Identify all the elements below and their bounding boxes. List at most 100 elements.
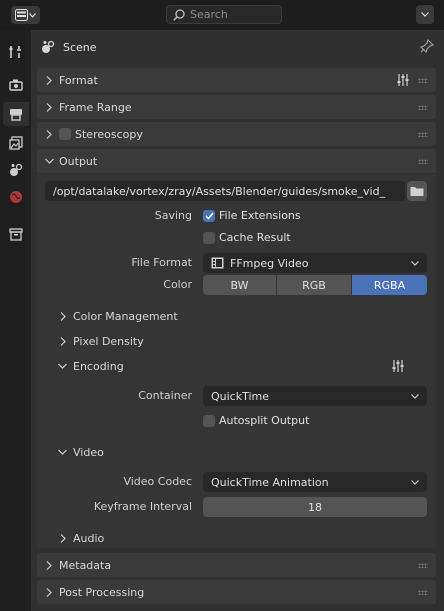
tab-output[interactable]	[3, 102, 29, 126]
render-camera-icon	[9, 79, 23, 91]
keyframe-interval-field[interactable]: 18	[203, 497, 427, 517]
saving-label: Saving	[154, 209, 192, 222]
browse-folder-button[interactable]	[407, 181, 427, 201]
panel-metadata[interactable]: Metadata	[37, 553, 436, 577]
output-path-field[interactable]: /opt/datalake/vortex/zray/Assets/Blender…	[45, 181, 405, 201]
tab-view-layer[interactable]	[3, 131, 29, 155]
checkmark-icon	[204, 212, 214, 220]
panel-output[interactable]: Output	[37, 149, 436, 173]
subpanel-color-management[interactable]: Color Management	[60, 305, 178, 327]
presets-icon[interactable]	[396, 73, 410, 87]
editor-type-icon	[15, 9, 28, 21]
keyframe-interval-label: Keyframe Interval	[93, 500, 192, 513]
output-path-value: /opt/datalake/vortex/zray/Assets/Blender…	[53, 184, 386, 198]
cache-result-checkbox[interactable]	[203, 232, 215, 244]
subpanel-title: Video	[73, 445, 104, 459]
chevron-right-icon	[60, 336, 66, 346]
subpanel-video[interactable]: Video	[58, 441, 104, 463]
subpanel-audio[interactable]: Audio	[60, 527, 104, 549]
subpanel-title: Encoding	[73, 359, 124, 373]
context-row: Scene	[31, 30, 444, 64]
chevron-down-icon	[29, 12, 36, 18]
search-icon	[173, 8, 185, 21]
chevron-down-icon	[411, 479, 419, 485]
stereoscopy-checkbox[interactable]	[59, 128, 71, 140]
color-rgb-button[interactable]: RGB	[277, 275, 351, 295]
tab-scene[interactable]	[3, 158, 29, 182]
keyframe-interval-value: 18	[308, 500, 322, 514]
encoding-presets-icon[interactable]	[391, 359, 405, 373]
chevron-right-icon	[46, 560, 52, 570]
pin-icon[interactable]	[420, 39, 434, 53]
panel-post-processing[interactable]: Post Processing	[37, 580, 436, 604]
drag-handle[interactable]	[418, 78, 428, 83]
container-label: Container	[138, 389, 192, 402]
chevron-down-icon	[58, 449, 67, 455]
scene-icon	[42, 40, 55, 53]
chevron-down-icon	[421, 12, 429, 17]
tab-render[interactable]	[3, 73, 29, 97]
panel-frame-range[interactable]: Frame Range	[37, 95, 436, 119]
tab-collection[interactable]	[3, 222, 29, 246]
panel-title: Post Processing	[59, 585, 145, 599]
tab-tool[interactable]	[3, 40, 29, 64]
film-icon	[211, 257, 224, 269]
subpanel-encoding[interactable]: Encoding	[58, 355, 124, 377]
tab-world[interactable]	[3, 185, 29, 209]
panel-format[interactable]: Format	[37, 68, 436, 92]
world-icon	[10, 191, 22, 203]
file-format-label: File Format	[131, 256, 192, 269]
search-input[interactable]: Search	[166, 5, 282, 24]
chevron-down-icon	[411, 393, 419, 399]
chevron-down-icon	[411, 260, 419, 266]
subpanel-title: Color Management	[73, 309, 178, 323]
subpanel-title: Pixel Density	[73, 334, 144, 348]
properties-header: Search	[0, 0, 444, 30]
panel-title: Stereoscopy	[75, 127, 143, 141]
scene-icon	[10, 163, 23, 176]
file-extensions-checkbox[interactable]	[203, 210, 215, 222]
color-label: Color	[163, 278, 192, 291]
folder-icon	[410, 187, 424, 196]
cache-result-label[interactable]: Cache Result	[219, 228, 291, 248]
subpanel-pixel-density[interactable]: Pixel Density	[60, 330, 144, 352]
chevron-right-icon	[46, 102, 52, 112]
editor-type-button[interactable]	[11, 6, 40, 24]
panel-stereoscopy[interactable]: Stereoscopy	[37, 122, 436, 146]
chevron-right-icon	[60, 311, 66, 321]
chevron-down-icon	[44, 158, 54, 164]
view-layer-icon	[9, 136, 23, 150]
chevron-down-icon	[58, 363, 67, 369]
chevron-right-icon	[46, 75, 52, 85]
panel-title: Format	[59, 73, 98, 87]
color-rgba-button[interactable]: RGBA	[352, 275, 427, 295]
tool-wrench-icon	[9, 46, 21, 58]
autosplit-checkbox[interactable]	[203, 415, 215, 427]
panel-title: Output	[59, 154, 98, 168]
chevron-right-icon	[60, 533, 66, 543]
video-codec-label: Video Codec	[123, 475, 192, 488]
drag-handle[interactable]	[418, 105, 428, 110]
search-placeholder: Search	[190, 8, 228, 21]
chevron-right-icon	[46, 587, 52, 597]
collection-box-icon	[9, 228, 23, 241]
options-dropdown-button[interactable]	[416, 5, 434, 24]
drag-handle[interactable]	[418, 159, 428, 164]
file-extensions-label[interactable]: File Extensions	[219, 206, 301, 226]
output-printer-icon	[10, 109, 22, 121]
autosplit-label[interactable]: Autosplit Output	[219, 411, 309, 431]
video-codec-dropdown[interactable]: QuickTime Animation	[203, 472, 427, 492]
container-dropdown[interactable]: QuickTime	[203, 386, 427, 406]
drag-handle[interactable]	[418, 563, 428, 568]
subpanel-title: Audio	[73, 531, 105, 545]
file-format-dropdown[interactable]: FFmpeg Video	[203, 253, 427, 273]
color-bw-button[interactable]: BW	[203, 275, 276, 295]
properties-tabs	[0, 30, 31, 611]
video-codec-value: QuickTime Animation	[211, 475, 329, 489]
panel-title: Frame Range	[59, 100, 132, 114]
drag-handle[interactable]	[418, 132, 428, 137]
chevron-right-icon	[46, 129, 52, 139]
file-format-value: FFmpeg Video	[230, 256, 309, 270]
drag-handle[interactable]	[418, 590, 428, 595]
scene-label: Scene	[63, 40, 97, 54]
